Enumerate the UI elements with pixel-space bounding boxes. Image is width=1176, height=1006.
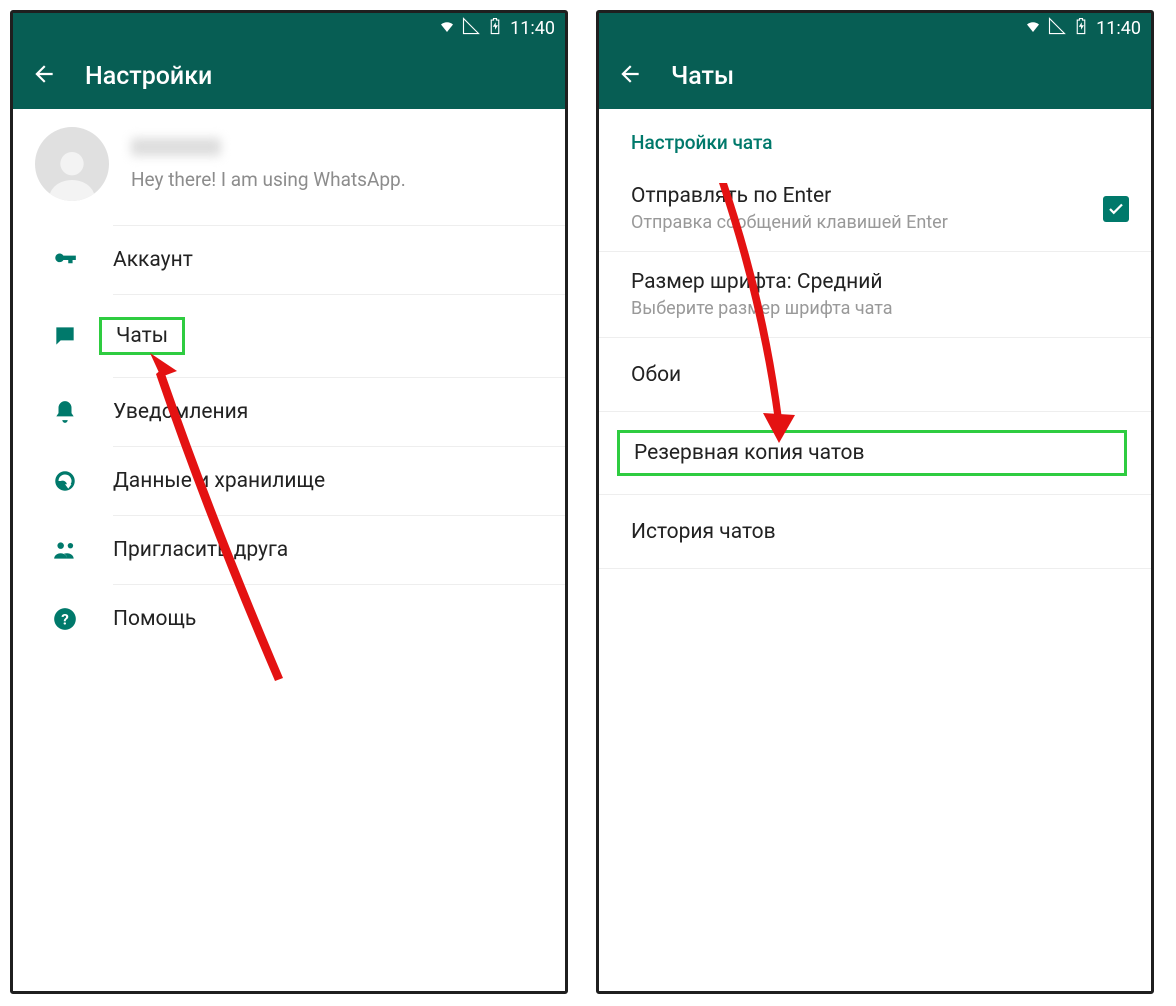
chat-icon [51,322,79,350]
avatar [35,127,109,201]
setting-title: Обои [631,363,1127,387]
status-time: 11:40 [510,18,555,39]
menu-item-label: Данные и хранилище [113,469,325,493]
menu-item-label: Уведомления [113,400,248,424]
section-header: Настройки чата [599,109,1151,166]
settings-menu: Аккаунт Чаты Уведомления Данные и хранил… [13,225,565,653]
menu-item-help[interactable]: ? Помощь [113,584,565,653]
battery-icon [486,17,504,40]
back-button[interactable] [31,61,57,91]
status-bar: 11:40 [599,13,1151,43]
setting-backup[interactable]: Резервная копия чатов [599,412,1151,495]
setting-subtitle: Отправка сообщений клавишей Enter [631,212,1127,233]
menu-item-label: Аккаунт [113,248,193,272]
chats-settings-content: Настройки чата Отправлять по Enter Отпра… [599,109,1151,991]
menu-item-label: Помощь [113,607,196,631]
setting-title: История чатов [631,520,1127,544]
setting-history[interactable]: История чатов [599,495,1151,569]
menu-item-account[interactable]: Аккаунт [113,225,565,294]
setting-wallpaper[interactable]: Обои [599,338,1151,412]
menu-item-chats[interactable]: Чаты [113,294,565,377]
checkbox-checked[interactable] [1103,196,1129,222]
menu-item-invite[interactable]: Пригласить друга [113,515,565,584]
key-icon [51,246,79,274]
phone-settings: 11:40 Настройки Hey there! I am using Wh… [10,10,568,994]
profile-row[interactable]: Hey there! I am using WhatsApp. [13,109,565,225]
phone-chats-settings: 11:40 Чаты Настройки чата Отправлять по … [596,10,1154,994]
profile-text: Hey there! I am using WhatsApp. [131,138,543,191]
bell-icon [51,398,79,426]
help-icon: ? [51,605,79,633]
status-time: 11:40 [1096,18,1141,39]
settings-content: Hey there! I am using WhatsApp. Аккаунт … [13,109,565,991]
menu-item-label: Пригласить друга [113,538,288,562]
highlight-box: Чаты [99,317,185,355]
invite-icon [51,536,79,564]
appbar: Настройки [13,43,565,109]
signal-icon [462,17,480,40]
wifi-icon [1024,17,1042,40]
signal-icon [1048,17,1066,40]
page-title: Чаты [671,62,734,91]
menu-item-data[interactable]: Данные и хранилище [113,446,565,515]
svg-text:?: ? [61,610,69,628]
setting-subtitle: Выберите размер шрифта чата [631,298,1127,319]
setting-font-size[interactable]: Размер шрифта: Средний Выберите размер ш… [599,252,1151,338]
setting-title: Резервная копия чатов [634,441,865,465]
data-icon [51,467,79,495]
status-bar: 11:40 [13,13,565,43]
page-title: Настройки [85,62,212,91]
wifi-icon [438,17,456,40]
profile-name-blurred [131,138,221,156]
profile-status: Hey there! I am using WhatsApp. [131,168,543,191]
menu-item-label: Чаты [116,324,168,348]
setting-enter-send[interactable]: Отправлять по Enter Отправка сообщений к… [599,166,1151,252]
back-button[interactable] [617,61,643,91]
setting-title: Отправлять по Enter [631,184,1127,208]
highlight-box: Резервная копия чатов [617,430,1127,476]
menu-item-notifications[interactable]: Уведомления [113,377,565,446]
appbar: Чаты [599,43,1151,109]
setting-title: Размер шрифта: Средний [631,270,1127,294]
battery-icon [1072,17,1090,40]
